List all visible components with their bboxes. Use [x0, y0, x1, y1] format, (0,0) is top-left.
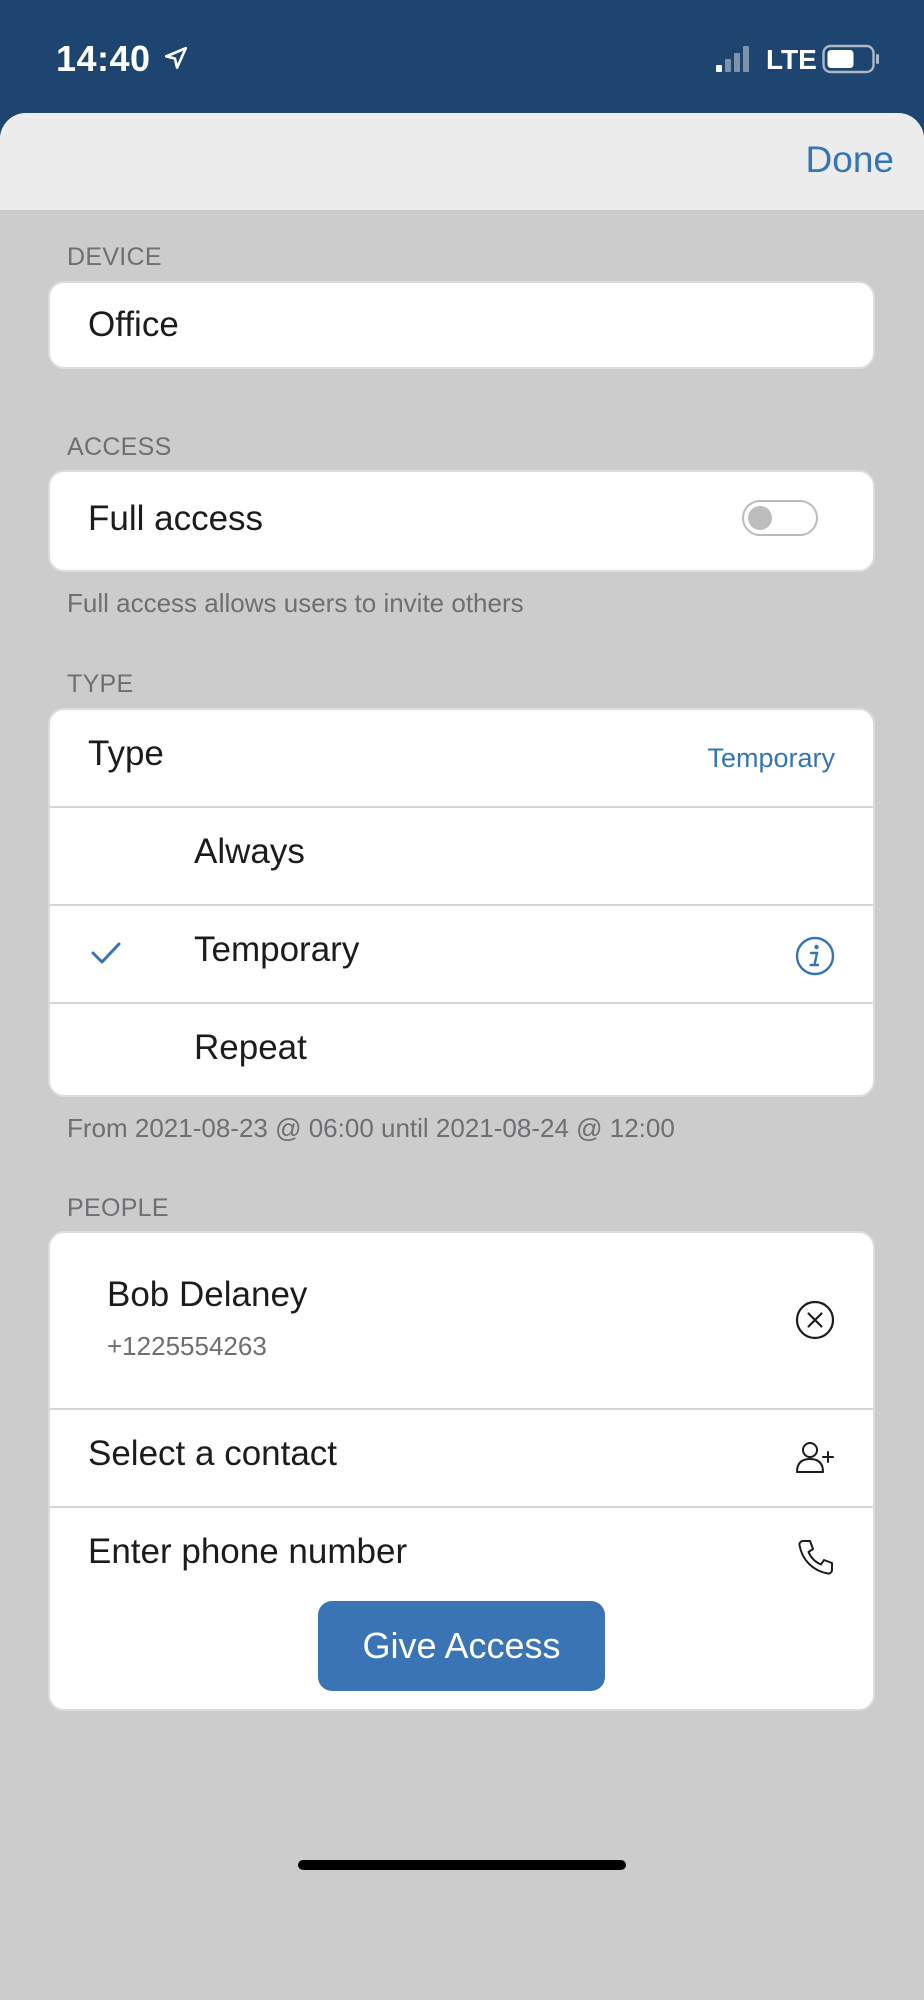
network-label: LTE: [766, 44, 817, 75]
people-section-header: PEOPLE: [67, 1194, 169, 1222]
remove-person-icon[interactable]: [795, 1300, 835, 1340]
type-option-label: Temporary: [194, 930, 360, 969]
type-selected-value: Temporary: [707, 743, 835, 773]
device-section-header: DEVICE: [67, 243, 162, 271]
device-value: Office: [88, 305, 179, 344]
type-card: Type Temporary Always Temporary Repeat: [48, 708, 875, 1097]
status-time: 14:40: [56, 38, 151, 79]
person-row: Bob Delaney +1225554263: [50, 1233, 873, 1408]
device-card[interactable]: Office: [48, 281, 875, 369]
location-arrow-icon: [164, 46, 188, 70]
type-row[interactable]: Type Temporary: [50, 710, 873, 806]
type-section-header: TYPE: [67, 670, 134, 698]
type-option-label: Repeat: [194, 1028, 307, 1067]
battery-icon: [822, 44, 879, 74]
type-option-always[interactable]: Always: [50, 808, 873, 904]
give-access-button[interactable]: Give Access: [318, 1601, 605, 1691]
info-icon[interactable]: [795, 936, 835, 976]
enter-phone-label: Enter phone number: [88, 1532, 408, 1571]
home-indicator: [298, 1860, 626, 1870]
person-phone: +1225554263: [107, 1331, 267, 1361]
add-contact-icon: [796, 1442, 834, 1473]
full-access-toggle[interactable]: [742, 500, 818, 536]
type-option-repeat[interactable]: Repeat: [50, 1004, 873, 1095]
person-name: Bob Delaney: [107, 1275, 308, 1314]
done-button[interactable]: Done: [806, 139, 894, 181]
access-sheet: Done DEVICE Office ACCESS Full access Fu…: [0, 113, 924, 2000]
toggle-knob: [748, 506, 772, 530]
full-access-label: Full access: [88, 499, 264, 538]
access-card: Full access: [48, 470, 875, 572]
type-label: Type: [88, 734, 164, 773]
nav-bar: Done: [0, 113, 924, 210]
phone-icon: [798, 1540, 833, 1575]
full-access-footnote: Full access allows users to invite other…: [67, 588, 524, 618]
type-option-label: Always: [194, 832, 305, 871]
signal-icon: [716, 46, 749, 72]
select-contact-row[interactable]: Select a contact: [50, 1410, 873, 1506]
status-bar: 14:40 LTE: [0, 0, 924, 115]
checkmark-icon: [91, 942, 121, 964]
select-contact-label: Select a contact: [88, 1434, 338, 1473]
access-section-header: ACCESS: [67, 433, 172, 461]
enter-phone-row[interactable]: Enter phone number: [50, 1508, 873, 1604]
type-option-temporary[interactable]: Temporary: [50, 906, 873, 1002]
type-date-range: From 2021-08-23 @ 06:00 until 2021-08-24…: [67, 1113, 675, 1143]
